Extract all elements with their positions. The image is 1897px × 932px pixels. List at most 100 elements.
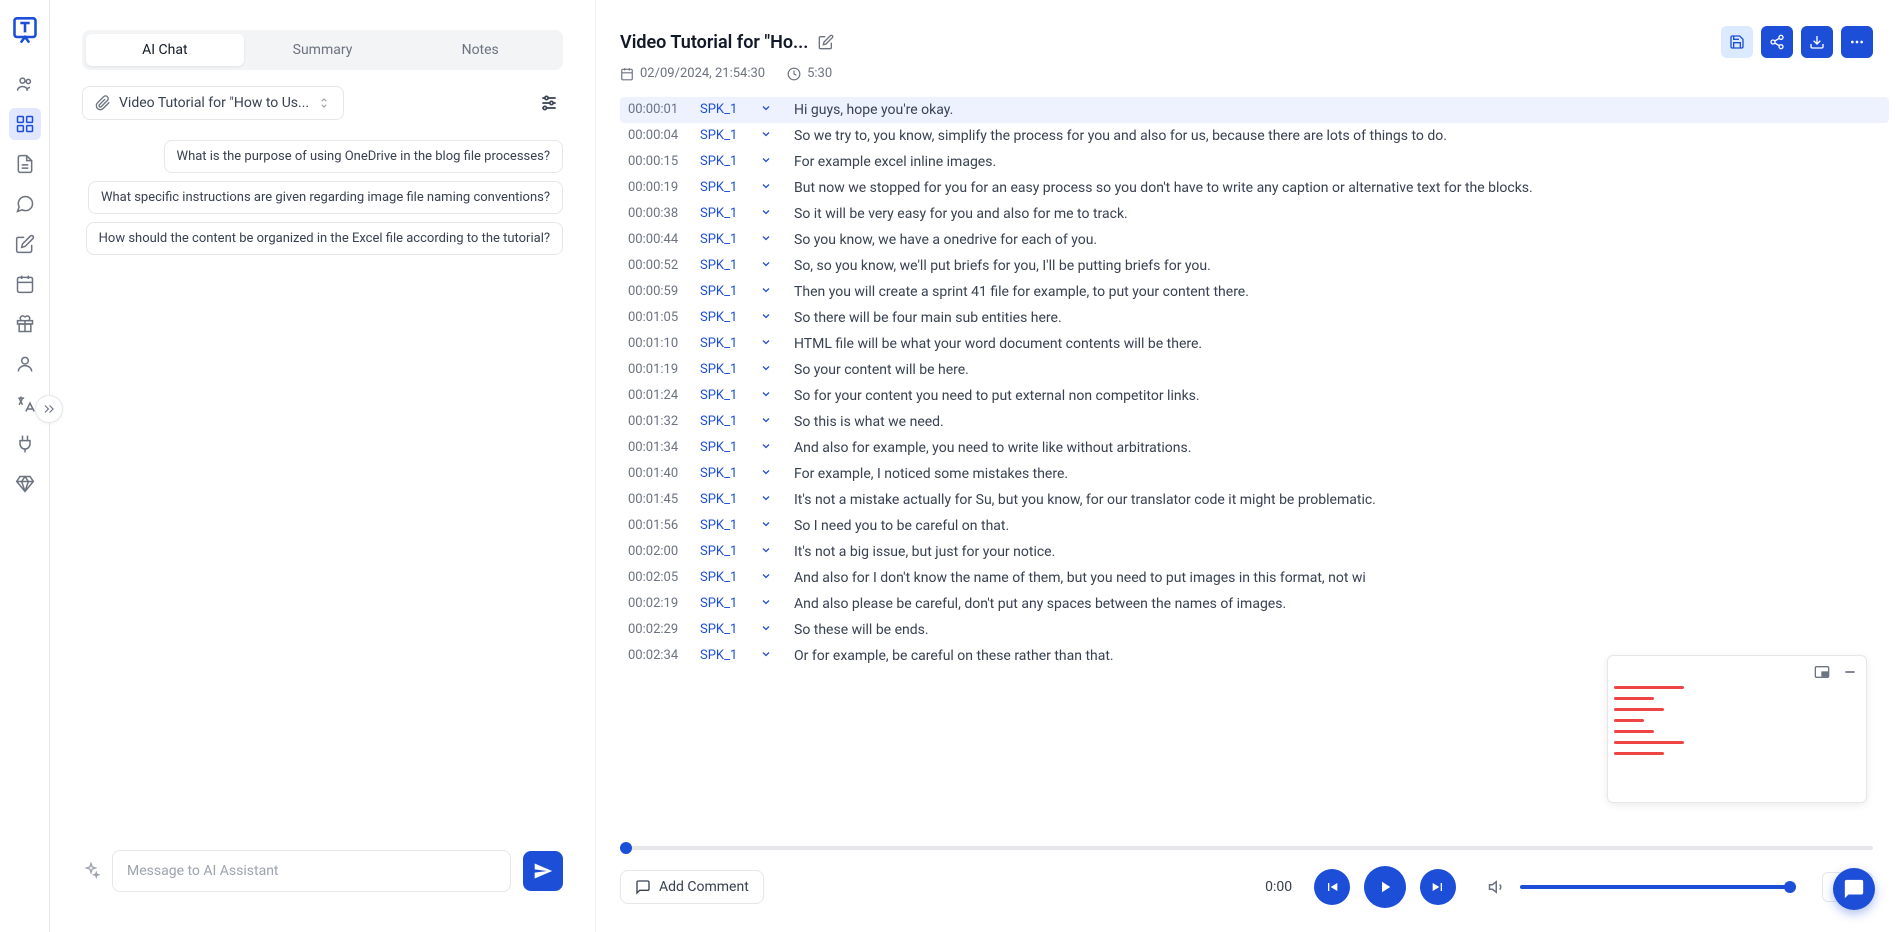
chevron-down-icon[interactable]	[760, 154, 776, 166]
video-preview[interactable]	[1607, 655, 1867, 803]
volume-slider[interactable]	[1520, 885, 1790, 889]
more-button[interactable]	[1841, 26, 1873, 58]
chevron-down-icon[interactable]	[760, 414, 776, 426]
sidebar-diamond-icon[interactable]	[9, 468, 41, 500]
sidebar-dashboard-icon[interactable]	[9, 108, 41, 140]
tab-ai-chat[interactable]: AI Chat	[86, 34, 244, 66]
sidebar-gift-icon[interactable]	[9, 308, 41, 340]
volume-icon[interactable]	[1488, 878, 1506, 896]
sidebar-people-icon[interactable]	[9, 68, 41, 100]
chevron-down-icon[interactable]	[760, 622, 776, 634]
transcript-speaker[interactable]: SPK_1	[700, 232, 750, 247]
transcript-speaker[interactable]: SPK_1	[700, 310, 750, 325]
chevron-down-icon[interactable]	[760, 466, 776, 478]
adjust-button[interactable]	[535, 89, 563, 117]
download-button[interactable]	[1801, 26, 1833, 58]
transcript-row[interactable]: 00:01:45 SPK_1 It's not a mistake actual…	[620, 487, 1889, 513]
transcript-speaker[interactable]: SPK_1	[700, 440, 750, 455]
chevron-down-icon[interactable]	[760, 362, 776, 374]
send-button[interactable]	[523, 851, 563, 891]
chevron-down-icon[interactable]	[760, 388, 776, 400]
transcript-row[interactable]: 00:00:52 SPK_1 So, so you know, we'll pu…	[620, 253, 1889, 279]
transcript-row[interactable]: 00:01:40 SPK_1 For example, I noticed so…	[620, 461, 1889, 487]
transcript-row[interactable]: 00:01:56 SPK_1 So I need you to be caref…	[620, 513, 1889, 539]
chevron-down-icon[interactable]	[760, 206, 776, 218]
transcript-row[interactable]: 00:00:59 SPK_1 Then you will create a sp…	[620, 279, 1889, 305]
chevron-down-icon[interactable]	[760, 648, 776, 660]
transcript-speaker[interactable]: SPK_1	[700, 622, 750, 637]
tab-summary[interactable]: Summary	[244, 34, 402, 66]
transcript-speaker[interactable]: SPK_1	[700, 180, 750, 195]
save-button[interactable]	[1721, 26, 1753, 58]
chevron-down-icon[interactable]	[760, 336, 776, 348]
chevron-down-icon[interactable]	[760, 284, 776, 296]
suggestion-item[interactable]: What is the purpose of using OneDrive in…	[164, 140, 563, 173]
transcript-row[interactable]: 00:00:38 SPK_1 So it will be very easy f…	[620, 201, 1889, 227]
transcript-speaker[interactable]: SPK_1	[700, 466, 750, 481]
transcript-speaker[interactable]: SPK_1	[700, 492, 750, 507]
volume-thumb[interactable]	[1784, 881, 1796, 893]
play-button[interactable]	[1364, 866, 1406, 908]
chevron-down-icon[interactable]	[760, 440, 776, 452]
chevron-down-icon[interactable]	[760, 518, 776, 530]
transcript-row[interactable]: 00:01:19 SPK_1 So your content will be h…	[620, 357, 1889, 383]
transcript-speaker[interactable]: SPK_1	[700, 570, 750, 585]
transcript-speaker[interactable]: SPK_1	[700, 206, 750, 221]
chevron-down-icon[interactable]	[760, 232, 776, 244]
sidebar-edit-icon[interactable]	[9, 228, 41, 260]
next-button[interactable]	[1420, 869, 1456, 905]
share-button[interactable]	[1761, 26, 1793, 58]
transcript-speaker[interactable]: SPK_1	[700, 258, 750, 273]
chevron-down-icon[interactable]	[760, 258, 776, 270]
transcript-row[interactable]: 00:00:19 SPK_1 But now we stopped for yo…	[620, 175, 1889, 201]
progress-bar[interactable]	[620, 846, 1873, 850]
transcript-row[interactable]: 00:00:01 SPK_1 Hi guys, hope you're okay…	[620, 97, 1889, 123]
chevron-down-icon[interactable]	[760, 596, 776, 608]
chevron-down-icon[interactable]	[760, 570, 776, 582]
transcript-row[interactable]: 00:00:04 SPK_1 So we try to, you know, s…	[620, 123, 1889, 149]
suggestion-item[interactable]: How should the content be organized in t…	[86, 222, 563, 255]
chevron-down-icon[interactable]	[760, 310, 776, 322]
transcript-row[interactable]: 00:00:15 SPK_1 For example excel inline …	[620, 149, 1889, 175]
transcript-speaker[interactable]: SPK_1	[700, 336, 750, 351]
transcript-row[interactable]: 00:01:34 SPK_1 And also for example, you…	[620, 435, 1889, 461]
transcript-speaker[interactable]: SPK_1	[700, 544, 750, 559]
transcript-row[interactable]: 00:02:05 SPK_1 And also for I don't know…	[620, 565, 1889, 591]
transcript-speaker[interactable]: SPK_1	[700, 596, 750, 611]
transcript-row[interactable]: 00:00:44 SPK_1 So you know, we have a on…	[620, 227, 1889, 253]
chat-fab[interactable]	[1833, 868, 1875, 910]
transcript-row[interactable]: 00:02:19 SPK_1 And also please be carefu…	[620, 591, 1889, 617]
chevron-down-icon[interactable]	[760, 492, 776, 504]
chevron-down-icon[interactable]	[760, 180, 776, 192]
minimize-icon[interactable]	[1842, 664, 1858, 680]
transcript-list[interactable]: 00:00:01 SPK_1 Hi guys, hope you're okay…	[596, 97, 1897, 833]
transcript-row[interactable]: 00:01:05 SPK_1 So there will be four mai…	[620, 305, 1889, 331]
transcript-speaker[interactable]: SPK_1	[700, 102, 750, 117]
chat-input[interactable]	[112, 850, 511, 892]
chevron-down-icon[interactable]	[760, 102, 776, 114]
transcript-speaker[interactable]: SPK_1	[700, 154, 750, 169]
suggestion-item[interactable]: What specific instructions are given reg…	[88, 181, 563, 214]
pip-icon[interactable]	[1814, 664, 1830, 680]
progress-thumb[interactable]	[620, 842, 632, 854]
chevron-down-icon[interactable]	[760, 544, 776, 556]
file-selector[interactable]: Video Tutorial for "How to Us...	[82, 86, 344, 120]
chevron-down-icon[interactable]	[760, 128, 776, 140]
transcript-speaker[interactable]: SPK_1	[700, 388, 750, 403]
transcript-row[interactable]: 00:02:00 SPK_1 It's not a big issue, but…	[620, 539, 1889, 565]
tab-notes[interactable]: Notes	[401, 34, 559, 66]
sidebar-user-icon[interactable]	[9, 348, 41, 380]
transcript-speaker[interactable]: SPK_1	[700, 648, 750, 663]
sidebar-plug-icon[interactable]	[9, 428, 41, 460]
transcript-speaker[interactable]: SPK_1	[700, 284, 750, 299]
add-comment-button[interactable]: Add Comment	[620, 870, 764, 904]
sidebar-expand-button[interactable]	[35, 395, 63, 423]
sparkle-icon[interactable]	[82, 862, 100, 880]
transcript-speaker[interactable]: SPK_1	[700, 518, 750, 533]
transcript-row[interactable]: 00:01:24 SPK_1 So for your content you n…	[620, 383, 1889, 409]
transcript-speaker[interactable]: SPK_1	[700, 362, 750, 377]
prev-button[interactable]	[1314, 869, 1350, 905]
transcript-row[interactable]: 00:01:32 SPK_1 So this is what we need.	[620, 409, 1889, 435]
app-logo[interactable]	[11, 16, 39, 44]
sidebar-document-icon[interactable]	[9, 148, 41, 180]
